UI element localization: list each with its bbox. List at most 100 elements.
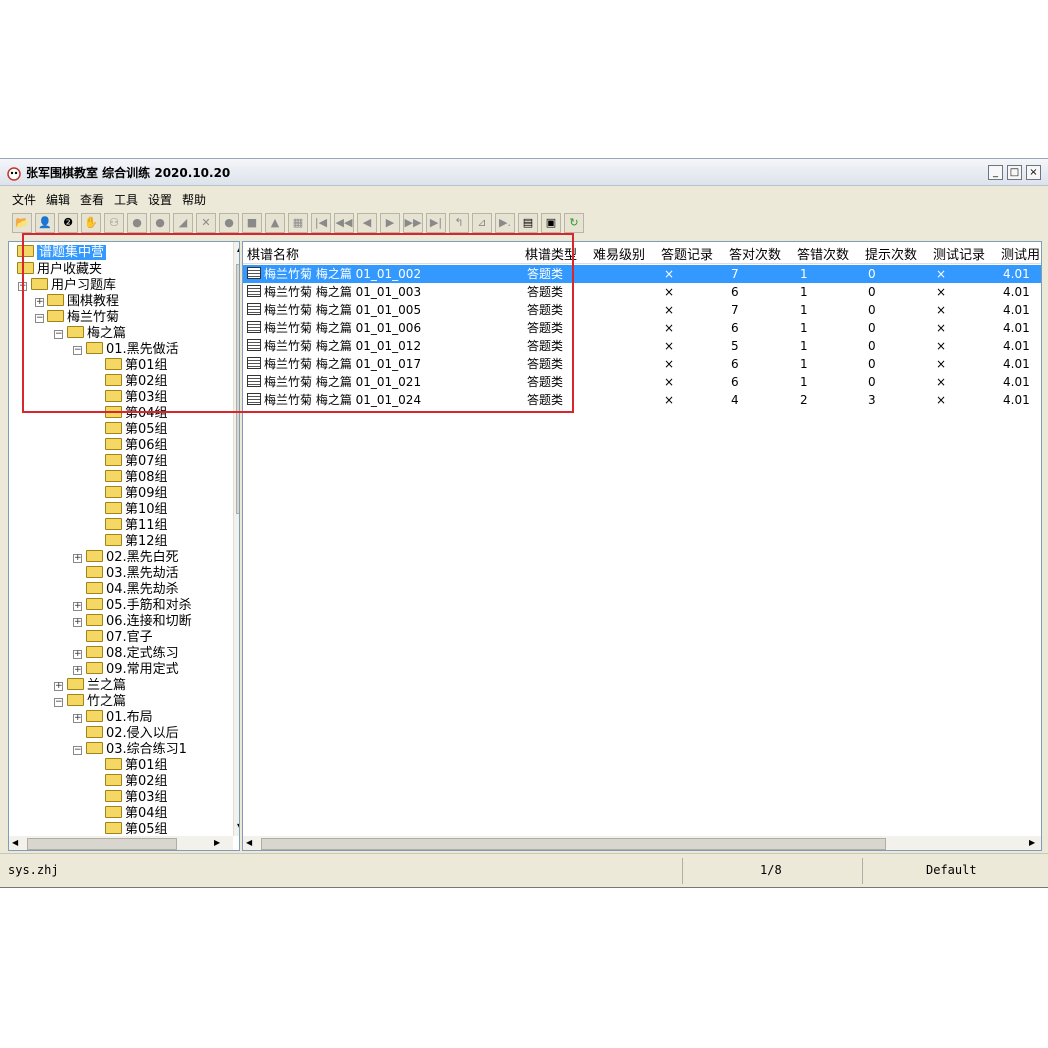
- menu-help[interactable]: 帮助: [182, 191, 206, 208]
- last-move-icon[interactable]: ▶|: [426, 213, 446, 233]
- tree-expander[interactable]: −: [35, 314, 44, 323]
- tree-node[interactable]: 用户收藏夹: [17, 262, 102, 278]
- scroll-left-arrow-icon[interactable]: ◀: [12, 838, 18, 847]
- scroll-up-arrow-icon[interactable]: ▲: [237, 244, 239, 253]
- tree-node[interactable]: 01.黑先做活: [86, 342, 179, 358]
- menu-settings[interactable]: 设置: [148, 191, 172, 208]
- table-row[interactable]: 梅兰竹菊 梅之篇 01_01_003 答题类 × 6 1 0 × 4.01: [243, 283, 1041, 301]
- black-stone-icon[interactable]: ●: [150, 213, 170, 233]
- triangle-mark-icon[interactable]: ▲: [265, 213, 285, 233]
- tree-node[interactable]: 第08组: [105, 470, 168, 486]
- fast-forward-icon[interactable]: ▶▶: [403, 213, 423, 233]
- tree-expander[interactable]: +: [73, 602, 82, 611]
- table-row[interactable]: 梅兰竹菊 梅之篇 01_01_005 答题类 × 7 1 0 × 4.01: [243, 301, 1041, 319]
- white-stone-icon[interactable]: ●: [127, 213, 147, 233]
- tree-node[interactable]: 第03组: [105, 790, 168, 806]
- tree-expander[interactable]: −: [54, 698, 63, 707]
- tree-node[interactable]: 第10组: [105, 502, 168, 518]
- branch-next-icon[interactable]: ▶.: [495, 213, 515, 233]
- column-header-wrong-count[interactable]: 答错次数: [797, 244, 849, 263]
- tree-node[interactable]: 第06组: [105, 438, 168, 454]
- menu-file[interactable]: 文件: [12, 191, 36, 208]
- scroll-left-arrow-icon[interactable]: ◀: [246, 838, 252, 847]
- tree-node[interactable]: 兰之篇: [67, 678, 126, 694]
- tree-node[interactable]: 第07组: [105, 454, 168, 470]
- tree-node[interactable]: 02.黑先白死: [86, 550, 179, 566]
- fast-back-icon[interactable]: ◀◀: [334, 213, 354, 233]
- tree-node[interactable]: 08.定式练习: [86, 646, 179, 662]
- tree-node[interactable]: 01.布局: [86, 710, 153, 726]
- tree-node[interactable]: 围棋教程: [47, 294, 119, 310]
- circle-mark-icon[interactable]: ●: [219, 213, 239, 233]
- scroll-thumb[interactable]: [27, 838, 177, 850]
- square-mark-icon[interactable]: ■: [242, 213, 262, 233]
- numbered-stone-icon[interactable]: ❷: [58, 213, 78, 233]
- tree-expander[interactable]: −: [73, 746, 82, 755]
- tree-node[interactable]: 第02组: [105, 374, 168, 390]
- hand-icon[interactable]: ✋: [81, 213, 101, 233]
- tree-node[interactable]: 06.连接和切断: [86, 614, 192, 630]
- board-icon[interactable]: ▦: [288, 213, 308, 233]
- menu-view[interactable]: 查看: [80, 191, 104, 208]
- menu-edit[interactable]: 编辑: [46, 191, 70, 208]
- tree-node[interactable]: 竹之篇: [67, 694, 126, 710]
- column-header-hint-count[interactable]: 提示次数: [865, 244, 917, 263]
- tree-node[interactable]: 04.黑先劫杀: [86, 582, 179, 598]
- close-button[interactable]: ×: [1026, 165, 1041, 180]
- detail-view-icon[interactable]: ▣: [541, 213, 561, 233]
- tree-node[interactable]: 第04组: [105, 406, 168, 422]
- branch-prev-icon[interactable]: ⊿: [472, 213, 492, 233]
- column-header-type[interactable]: 棋谱类型: [525, 244, 577, 263]
- scroll-thumb[interactable]: [236, 264, 239, 514]
- table-row[interactable]: 梅兰竹菊 梅之篇 01_01_017 答题类 × 6 1 0 × 4.01: [243, 355, 1041, 373]
- tree-node[interactable]: 用户习题库: [17, 278, 116, 294]
- cross-mark-icon[interactable]: ✕: [196, 213, 216, 233]
- column-header-difficulty[interactable]: 难易级别: [593, 244, 645, 263]
- maximize-button[interactable]: □: [1007, 165, 1022, 180]
- triangle-corner-icon[interactable]: ◢: [173, 213, 193, 233]
- tree-node[interactable]: 第01组: [105, 358, 168, 374]
- column-header-correct-count[interactable]: 答对次数: [729, 244, 781, 263]
- table-row[interactable]: 梅兰竹菊 梅之篇 01_01_006 答题类 × 6 1 0 × 4.01: [243, 319, 1041, 337]
- tree-expander[interactable]: +: [35, 298, 44, 307]
- tree-expander[interactable]: −: [54, 330, 63, 339]
- tree-node-root[interactable]: 谱题集中营: [17, 245, 107, 261]
- tree-node[interactable]: 05.手筋和对杀: [86, 598, 192, 614]
- tree-node[interactable]: 第02组: [105, 774, 168, 790]
- table-row[interactable]: 梅兰竹菊 梅之篇 01_01_012 答题类 × 5 1 0 × 4.01: [243, 337, 1041, 355]
- tree-node[interactable]: 第04组: [105, 806, 168, 822]
- tree-node[interactable]: 梅之篇: [67, 326, 126, 342]
- tree-expander[interactable]: +: [73, 618, 82, 627]
- tree-node[interactable]: 第03组: [105, 390, 168, 406]
- list-view-icon[interactable]: ▤: [518, 213, 538, 233]
- tree-expander[interactable]: +: [73, 554, 82, 563]
- scroll-down-arrow-icon[interactable]: ▼: [237, 822, 239, 831]
- tree-node[interactable]: 02.侵入以后: [86, 726, 179, 742]
- scroll-right-arrow-icon[interactable]: ▶: [1029, 838, 1035, 847]
- tree-node[interactable]: 03.综合练习1: [86, 742, 187, 758]
- user-icon[interactable]: 👤: [35, 213, 55, 233]
- scroll-right-arrow-icon[interactable]: ▶: [214, 838, 220, 847]
- open-folder-icon[interactable]: 📂: [12, 213, 32, 233]
- tree-node[interactable]: 09.常用定式: [86, 662, 179, 678]
- tree-node[interactable]: 第09组: [105, 486, 168, 502]
- tree-node[interactable]: 第11组: [105, 518, 168, 534]
- tree-expander[interactable]: +: [54, 682, 63, 691]
- tree-node[interactable]: 07.官子: [86, 630, 153, 646]
- table-row[interactable]: 梅兰竹菊 梅之篇 01_01_021 答题类 × 6 1 0 × 4.01: [243, 373, 1041, 391]
- tree-node[interactable]: 第05组: [105, 422, 168, 438]
- group-icon[interactable]: ⚇: [104, 213, 124, 233]
- column-header-test-record[interactable]: 测试记录: [933, 244, 985, 263]
- tree-node[interactable]: 第01组: [105, 758, 168, 774]
- refresh-icon[interactable]: ↻: [564, 213, 584, 233]
- tree-expander[interactable]: +: [73, 714, 82, 723]
- tree-node[interactable]: 梅兰竹菊: [47, 310, 119, 326]
- tree-expander[interactable]: +: [73, 666, 82, 675]
- column-header-answer-record[interactable]: 答题记录: [661, 244, 713, 263]
- column-header-test-time[interactable]: 测试用: [1001, 244, 1040, 263]
- tree-node[interactable]: 第12组: [105, 534, 168, 550]
- branch-back-icon[interactable]: ↰: [449, 213, 469, 233]
- tree-horizontal-scrollbar[interactable]: ◀ ▶: [9, 836, 233, 850]
- back-icon[interactable]: ◀: [357, 213, 377, 233]
- tree-node[interactable]: 03.黑先劫活: [86, 566, 179, 582]
